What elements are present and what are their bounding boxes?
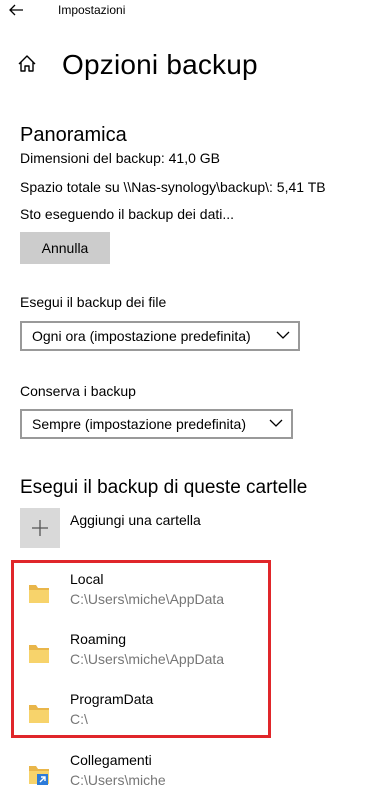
chevron-down-icon [276,331,290,339]
frequency-label: Esegui il backup dei file [20,294,167,310]
shortcut-folder-icon [29,766,49,785]
overview-heading: Panoramica [20,124,127,146]
cancel-button[interactable]: Annulla [20,232,110,264]
home-icon[interactable] [16,53,42,79]
chevron-down-icon [269,419,283,427]
folders-heading: Esegui il backup di queste cartelle [20,477,308,498]
frequency-selected: Ogni ora (impostazione predefinita) [32,328,251,344]
page-title: Opzioni backup [62,49,258,80]
plus-icon [32,520,48,536]
highlight-box [11,560,271,738]
frequency-dropdown[interactable]: Ogni ora (impostazione predefinita) [20,321,300,351]
add-folder-button[interactable] [20,508,60,548]
retention-label: Conserva i backup [20,383,136,399]
window-title: Impostazioni [58,3,126,17]
backup-size-text: Dimensioni del backup: 41,0 GB [20,150,220,166]
folder-name: Collegamenti [70,752,152,768]
retention-selected: Sempre (impostazione predefinita) [32,416,246,432]
backup-status-text: Sto eseguendo il backup dei dati... [20,206,235,222]
total-space-text: Spazio totale su \\Nas-synology\backup\:… [20,179,326,195]
folder-item-collegamenti[interactable]: Collegamenti C:\Users\miche [20,750,340,800]
retention-dropdown[interactable]: Sempre (impostazione predefinita) [20,409,293,439]
add-folder-label[interactable]: Aggiungi una cartella [70,512,201,528]
folder-path: C:\Users\miche [70,772,166,788]
back-arrow-icon[interactable] [8,0,32,20]
